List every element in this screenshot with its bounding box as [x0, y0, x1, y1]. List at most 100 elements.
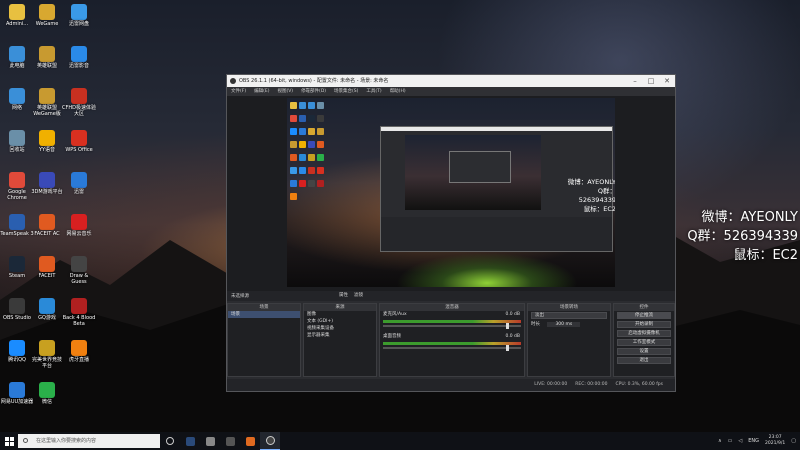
app-icon	[71, 298, 87, 314]
minimize-button[interactable]: –	[627, 75, 643, 87]
source-item[interactable]: 视频采集设备	[304, 325, 376, 332]
duration-input[interactable]: 300 ms	[547, 322, 581, 327]
preview-app-icon	[308, 167, 315, 174]
app-icon	[71, 4, 87, 20]
desktop-icon-c3-5[interactable]: 网易云音乐	[62, 214, 96, 237]
desktop-icon-c2-7[interactable]: GQ游戏	[30, 298, 64, 321]
desktop-icon-c1-5[interactable]: TeamSpeak 3	[0, 214, 34, 237]
taskbar-obs[interactable]	[260, 432, 280, 450]
taskbar-steam[interactable]	[180, 432, 200, 450]
app-icon	[39, 214, 55, 230]
menu-docks[interactable]: 停靠部件(D)	[301, 87, 326, 96]
desktop-icon-c3-2[interactable]: CFHD极速体验大区	[62, 88, 96, 117]
desktop-icon-label: 网易云音乐	[66, 231, 92, 237]
taskbar-app[interactable]	[200, 432, 220, 450]
source-item[interactable]: 图像	[304, 311, 376, 318]
obs-titlebar[interactable]: OBS 26.1.1 (64-bit, windows) - 配置文件: 未命名…	[227, 75, 675, 87]
desktop-icon-c3-0[interactable]: 迅雷网盘	[62, 4, 96, 27]
desktop-icon-c3-3[interactable]: WPS Office	[62, 130, 96, 153]
desktop-icon-c2-5[interactable]: FACEIT AC	[30, 214, 64, 237]
desktop-icon-c3-6[interactable]: Draw & Guess	[62, 256, 96, 285]
menu-tools[interactable]: 工具(T)	[366, 87, 381, 96]
volume-icon[interactable]: ◁	[738, 438, 742, 444]
app-icon	[39, 46, 55, 62]
settings-button[interactable]: 设置	[617, 348, 671, 355]
desktop-icon-c1-6[interactable]: Steam	[0, 256, 34, 279]
scene-item[interactable]: 场景	[228, 311, 300, 318]
obs-app-icon	[230, 78, 236, 84]
stop-streaming-button[interactable]: 停止推流	[617, 312, 671, 319]
desktop-icon-c3-4[interactable]: 迅雷	[62, 172, 96, 195]
taskbar-search-input[interactable]: 在这里输入你要搜索的内容	[18, 434, 160, 448]
menu-help[interactable]: 帮助(H)	[390, 87, 406, 96]
no-source-selected-label: 未选择源	[231, 294, 249, 299]
desktop-icon-c2-0[interactable]: WeGame	[30, 4, 64, 27]
desktop-icon-c3-8[interactable]: 虎牙直播	[62, 340, 96, 363]
transitions-header: 场景转场	[528, 304, 610, 311]
taskbar-app[interactable]	[220, 432, 240, 450]
desktop-icon-c2-6[interactable]: FACEIT	[30, 256, 64, 279]
desktop-icon-c1-0[interactable]: Admini...	[0, 4, 34, 27]
desktop-icon-label: 英雄联盟WeGame版	[33, 105, 61, 117]
app-icon	[71, 130, 87, 146]
tray-chevron-icon[interactable]: ∧	[718, 438, 722, 444]
source-item[interactable]: 显示器采集	[304, 332, 376, 339]
desktop-icon-c3-1[interactable]: 迅雷影音	[62, 46, 96, 69]
source-item[interactable]: 文本 (GDI+)	[304, 318, 376, 325]
app-icon	[71, 340, 87, 356]
desktop-icon-c2-2[interactable]: 英雄联盟WeGame版	[30, 88, 64, 117]
studio-mode-button[interactable]: 工作室模式	[617, 339, 671, 346]
filters-button[interactable]: 滤镜	[354, 292, 363, 298]
network-icon[interactable]: ▭	[728, 438, 733, 444]
desktop-icon-c2-9[interactable]: 微信	[30, 382, 64, 405]
desktop-icon-c2-1[interactable]: 英雄联盟	[30, 46, 64, 69]
menu-view[interactable]: 视图(V)	[277, 87, 293, 96]
volume-slider[interactable]	[383, 323, 521, 329]
taskbar-faceit[interactable]	[240, 432, 260, 450]
task-view-button[interactable]	[160, 432, 180, 450]
app-icon	[71, 214, 87, 230]
obs-dock-area: 未选择源 属性 滤镜 场景 场景 + − ∧ ∨ 来源 图像 文本 (GDI+)…	[227, 291, 675, 391]
preview-app-icon	[317, 115, 324, 122]
input-language[interactable]: ENG	[748, 438, 759, 444]
menu-scene-collection[interactable]: 场景集合(S)	[334, 87, 358, 96]
desktop-icon-label: 迅雷网盘	[68, 21, 89, 27]
preview-app-icon	[290, 193, 297, 200]
exit-button[interactable]: 退出	[617, 357, 671, 364]
volume-slider[interactable]	[383, 345, 521, 351]
start-button[interactable]	[0, 432, 18, 450]
close-button[interactable]: ✕	[659, 75, 675, 87]
desktop-icon-label: 腾讯QQ	[8, 357, 26, 363]
properties-button[interactable]: 属性	[339, 292, 348, 298]
desktop-icon-c1-7[interactable]: OBS Studio	[0, 298, 34, 321]
desktop-icon-c1-2[interactable]: 网络	[0, 88, 34, 111]
transition-select[interactable]: 淡出	[531, 312, 607, 319]
desktop-icon-c2-8[interactable]: 完美世界竞技平台	[30, 340, 64, 369]
preview-app-icon	[299, 141, 306, 148]
desktop-icon-c2-3[interactable]: YY语音	[30, 130, 64, 153]
rec-status: REC: 00:00:00	[575, 382, 608, 387]
preview-app-icon	[290, 102, 297, 109]
desktop-icon-c1-9[interactable]: 网易UU加速器	[0, 382, 34, 405]
desktop-icon-c1-3[interactable]: 回收站	[0, 130, 34, 153]
app-icon	[9, 298, 25, 314]
menu-edit[interactable]: 编辑(E)	[254, 87, 269, 96]
obs-menubar: 文件(F) 编辑(E) 视图(V) 停靠部件(D) 场景集合(S) 工具(T) …	[227, 87, 675, 96]
start-virtual-camera-button[interactable]: 启动虚拟摄像机	[617, 330, 671, 337]
desktop-icon-label: 回收站	[9, 147, 25, 153]
preview-app-icon	[308, 154, 315, 161]
desktop-icon-c1-4[interactable]: Google Chrome	[0, 172, 34, 201]
obs-statusbar: LIVE: 00:00:00 REC: 00:00:00 CPU: 0.3%, …	[227, 379, 675, 391]
maximize-button[interactable]: □	[643, 75, 659, 87]
clock[interactable]: 23:07 2021/9/1	[765, 435, 785, 447]
menu-file[interactable]: 文件(F)	[231, 87, 246, 96]
start-recording-button[interactable]: 开始录制	[617, 321, 671, 328]
preview-app-icon	[299, 102, 306, 109]
desktop-icon-c2-4[interactable]: 3DM游戏平台	[30, 172, 64, 195]
desktop-icon-c1-8[interactable]: 腾讯QQ	[0, 340, 34, 363]
notification-icon[interactable]: ▢	[791, 438, 796, 444]
preview-app-icon	[290, 167, 297, 174]
obs-preview[interactable]: 微博：AYEONLY Q群：526394339 鼠标：EC2	[227, 96, 675, 291]
desktop-icon-c3-7[interactable]: Back 4 Blood Beta	[62, 298, 96, 327]
desktop-icon-c1-1[interactable]: 此电脑	[0, 46, 34, 69]
